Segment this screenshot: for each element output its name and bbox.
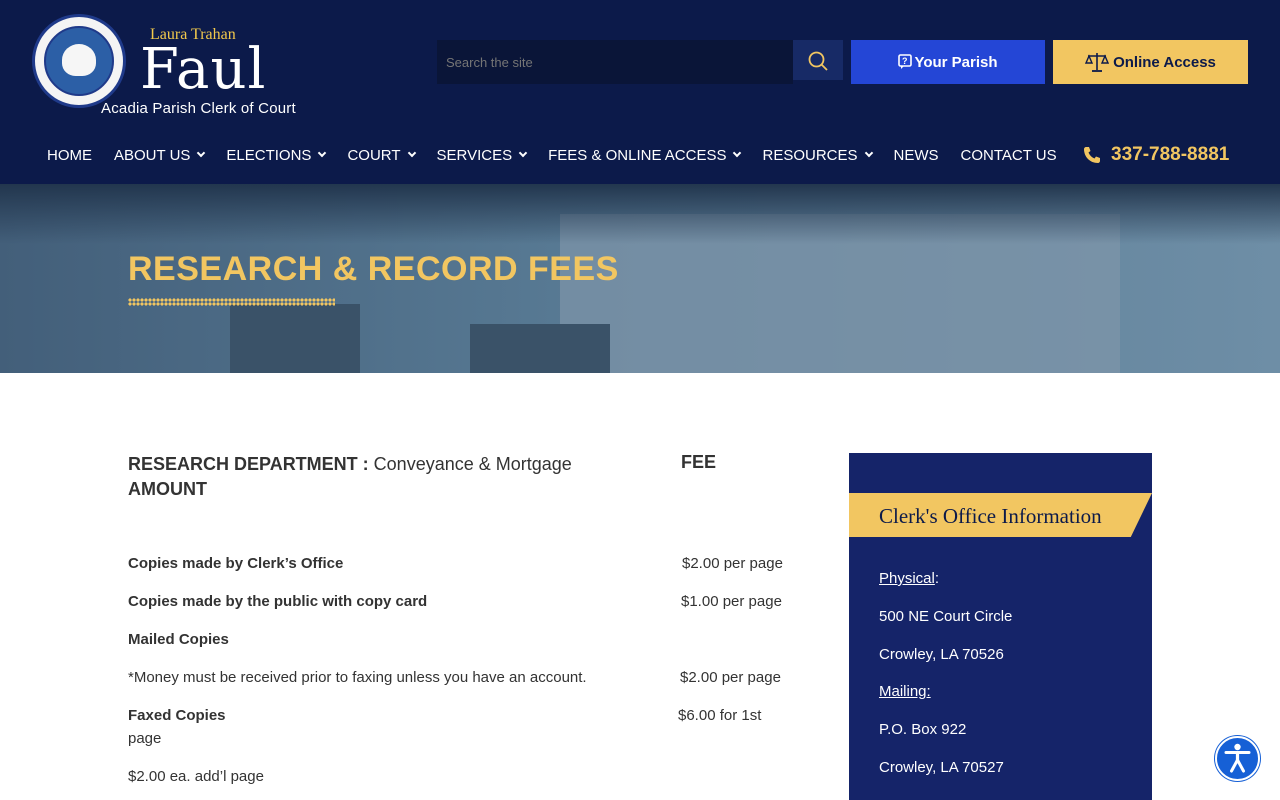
question-chat-icon: ? xyxy=(898,54,913,69)
fee-row-value: $2.00 per page xyxy=(682,555,783,572)
nav-fees-label: FEES & ONLINE ACCESS xyxy=(548,146,727,164)
phone-link[interactable]: 337-788-8881 xyxy=(1083,144,1229,166)
nav-contact-us[interactable]: CONTACT US xyxy=(961,147,1057,164)
hero-window-decoration xyxy=(470,324,610,373)
mailing-heading: Mailing: xyxy=(879,683,931,700)
search-button[interactable] xyxy=(793,40,843,80)
physical-street: 500 NE Court Circle xyxy=(879,608,1013,625)
sidebar-title: Clerk's Office Information xyxy=(879,504,1102,528)
hero-tree-overlay xyxy=(0,184,1280,244)
physical-colon: : xyxy=(934,570,940,587)
hero-window-decoration xyxy=(230,304,360,373)
title-dotted-underline xyxy=(128,298,335,306)
fee-row-note: $2.00 ea. add’l page xyxy=(128,768,264,785)
louisiana-seal-logo[interactable] xyxy=(32,14,126,108)
amount-heading: AMOUNT xyxy=(128,479,207,499)
nav-services[interactable]: SERVICES xyxy=(436,146,528,164)
seal-center xyxy=(44,26,114,96)
department-label: RESEARCH DEPARTMENT : xyxy=(128,454,374,474)
nav-home[interactable]: HOME xyxy=(47,147,92,164)
chevron-down-icon xyxy=(197,148,206,158)
search-input[interactable] xyxy=(437,40,793,84)
svg-text:?: ? xyxy=(902,56,908,66)
fee-column-heading: FEE xyxy=(681,452,717,472)
nav-fees-online-access[interactable]: FEES & ONLINE ACCESS xyxy=(548,146,742,164)
fee-row-label: Faxed Copies xyxy=(128,707,226,724)
fee-row-label: Copies made by Clerk’s Office xyxy=(128,555,344,572)
pelican-icon xyxy=(62,44,96,76)
chevron-down-icon xyxy=(864,148,873,158)
fee-row-value: $1.00 per page xyxy=(681,593,782,610)
nav-news[interactable]: NEWS xyxy=(894,147,939,164)
physical-label: Physical xyxy=(879,570,935,587)
your-parish-button[interactable]: ? Your Parish xyxy=(851,40,1045,84)
nav-contact-label: CONTACT US xyxy=(960,146,1057,164)
fee-row-value: $6.00 for 1st xyxy=(678,707,762,724)
nav-services-label: SERVICES xyxy=(436,146,513,164)
nav-elections[interactable]: ELECTIONS xyxy=(226,146,327,164)
fee-row-continuation: page xyxy=(128,730,162,747)
department-subtitle: Conveyance & Mortgage xyxy=(373,454,572,474)
phone-icon xyxy=(1084,147,1100,163)
fee-row-label: Mailed Copies xyxy=(128,631,229,648)
logo-subtitle[interactable]: Acadia Parish Clerk of Court xyxy=(101,100,296,117)
main-nav: HOME ABOUT US ELECTIONS COURT SERVICES F… xyxy=(47,140,1079,170)
search-icon xyxy=(808,51,828,71)
phone-number: 337-788-8881 xyxy=(1111,144,1230,165)
scales-icon xyxy=(1085,53,1110,72)
chevron-down-icon xyxy=(318,148,327,158)
department-heading: RESEARCH DEPARTMENT : Conveyance & Mortg… xyxy=(128,452,648,502)
page-hero-banner: RESEARCH & RECORD FEES xyxy=(0,184,1280,373)
nav-about-us-label: ABOUT US xyxy=(114,146,191,164)
fee-row-note: *Money must be received prior to faxing … xyxy=(128,669,587,686)
chevron-down-icon xyxy=(733,148,742,158)
your-parish-label: Your Parish xyxy=(914,53,998,71)
clerk-office-info-panel: Clerk's Office Information Physical: 500… xyxy=(849,453,1152,800)
fee-row-label: Copies made by the public with copy card xyxy=(128,593,428,610)
accessibility-icon xyxy=(1224,743,1251,773)
page-title: RESEARCH & RECORD FEES xyxy=(128,250,619,288)
nav-resources-label: RESOURCES xyxy=(762,146,858,164)
mailing-city: Crowley, LA 70527 xyxy=(879,759,1004,776)
fee-row-value: $2.00 per page xyxy=(680,669,781,686)
nav-court-label: COURT xyxy=(347,146,401,164)
nav-resources[interactable]: RESOURCES xyxy=(762,146,873,164)
logo-last-name[interactable]: Faul xyxy=(140,38,266,102)
online-access-button[interactable]: Online Access xyxy=(1053,40,1248,84)
nav-home-label: HOME xyxy=(47,146,92,164)
accessibility-button[interactable] xyxy=(1215,736,1260,781)
mailing-box: P.O. Box 922 xyxy=(879,721,967,738)
physical-heading: Physical: xyxy=(879,570,939,587)
nav-elections-label: ELECTIONS xyxy=(226,146,312,164)
chevron-down-icon xyxy=(518,148,528,158)
physical-city: Crowley, LA 70526 xyxy=(879,646,1004,663)
nav-court[interactable]: COURT xyxy=(347,146,416,164)
site-header: Laura Trahan Faul Acadia Parish Clerk of… xyxy=(0,0,1280,184)
nav-news-label: NEWS xyxy=(893,146,939,164)
nav-about-us[interactable]: ABOUT US xyxy=(114,146,206,164)
chevron-down-icon xyxy=(407,148,416,158)
online-access-label: Online Access xyxy=(1113,53,1216,71)
